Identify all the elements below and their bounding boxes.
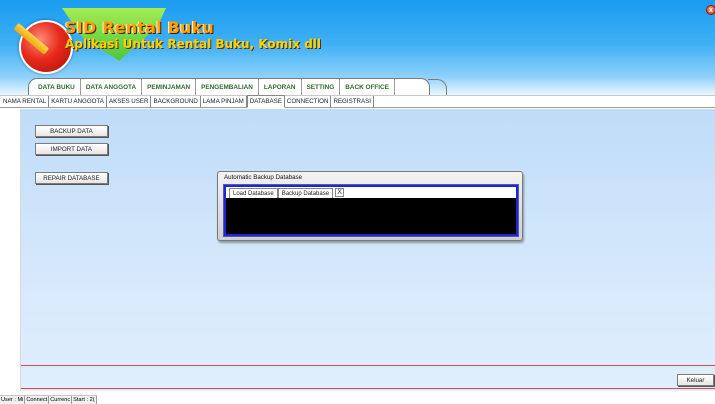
database-panel: BACKUP DATA IMPORT DATA REPAIR DATABASE …: [21, 109, 715, 391]
tab-lama-pinjam[interactable]: LAMA PINJAM: [201, 96, 247, 107]
keluar-button[interactable]: Keluar: [677, 374, 714, 386]
divider-line: [21, 388, 715, 389]
tab-nama-rental[interactable]: NAMA RENTAL: [1, 96, 50, 107]
menu-back-office[interactable]: BACK OFFICE: [340, 79, 395, 95]
tab-backup-database[interactable]: Backup Database: [277, 188, 334, 198]
left-margin: [0, 109, 21, 391]
tab-background[interactable]: BACKGROUND: [151, 96, 201, 107]
repair-database-button[interactable]: REPAIR DATABASE: [35, 172, 108, 184]
tab-load-database[interactable]: Load Database: [229, 188, 278, 198]
menu-setting[interactable]: SETTING: [302, 79, 341, 95]
status-user: User : Mi: [1, 396, 26, 404]
tab-connection[interactable]: CONNECTION: [285, 96, 332, 107]
menu-data-anggota[interactable]: DATA ANGGOTA: [81, 79, 143, 95]
app-header: SID Rental Buku Aplikasi Untuk Rental Bu…: [0, 0, 715, 99]
dialog-tab-close-icon[interactable]: X: [335, 188, 345, 197]
dialog-body: Load Database Backup Database X: [223, 184, 519, 237]
main-menu: DATA BUKU DATA ANGGOTA PEMINJAMAN PENGEM…: [28, 78, 447, 97]
tab-kartu-anggota[interactable]: KARTU ANGGOTA: [49, 96, 107, 107]
menu-peminjaman[interactable]: PEMINJAMAN: [142, 79, 197, 95]
dialog-title: Automatic Backup Database: [224, 174, 303, 181]
menu-pengembalian[interactable]: PENGEMBALIAN: [196, 79, 259, 95]
app-subtitle: Aplikasi Untuk Rental Buku, Komix dll: [65, 37, 322, 51]
tab-database[interactable]: DATABASE: [246, 95, 285, 108]
menu-spacer: [395, 79, 423, 95]
tab-registrasi[interactable]: REGISTRASI: [331, 96, 374, 107]
divider-line: [21, 365, 715, 366]
menu-laporan[interactable]: LAPORAN: [259, 79, 302, 95]
automatic-backup-dialog: Automatic Backup Database Load Database …: [217, 171, 523, 241]
dialog-tab-strip: Load Database Backup Database X: [226, 187, 516, 198]
import-data-button[interactable]: IMPORT DATA: [35, 143, 108, 155]
status-start: Start : 2(: [73, 396, 97, 404]
app-title: SID Rental Buku: [65, 18, 215, 37]
status-connect: Connect: [26, 396, 50, 404]
tab-akses-user[interactable]: AKSES USER: [107, 96, 152, 107]
settings-subtab-bar: NAMA RENTAL KARTU ANGGOTA AKSES USER BAC…: [0, 95, 715, 108]
status-currency: Currenc: [50, 396, 73, 404]
backup-data-button[interactable]: BACKUP DATA: [35, 125, 108, 137]
status-bar: User : Mi Connect Currenc Start : 2(: [0, 395, 97, 404]
close-button[interactable]: x: [706, 5, 715, 15]
menu-data-buku[interactable]: DATA BUKU: [33, 79, 81, 95]
